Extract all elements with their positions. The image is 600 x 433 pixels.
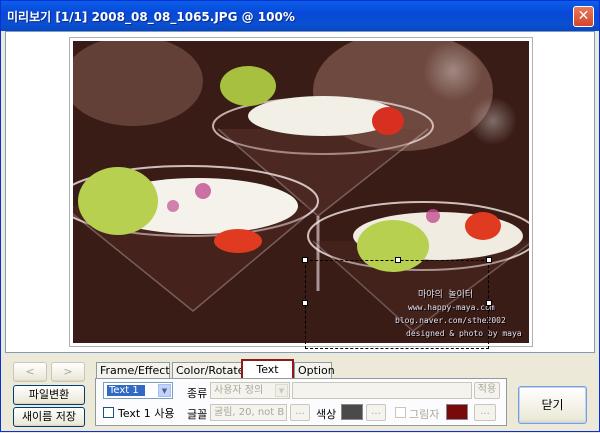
tab-frame-effect[interactable]: Frame/Effect: [96, 362, 170, 378]
shadow-picker-button[interactable]: ...: [474, 404, 496, 421]
type-value: 사용자 정의: [214, 385, 264, 396]
title-bar[interactable]: 미리보기 [1/1] 2008_08_08_1065.JPG @ 100% ✕: [1, 1, 599, 31]
resize-handle-top[interactable]: [395, 257, 401, 263]
shadow-label: 그림자: [409, 408, 440, 421]
text-selection-box[interactable]: [302, 257, 492, 349]
resize-handle-top-left[interactable]: [302, 257, 308, 263]
tab-option[interactable]: Option: [294, 362, 335, 378]
save-as-button[interactable]: 새이름 저장: [13, 407, 85, 427]
close-window-button[interactable]: ✕: [573, 6, 594, 27]
use-text-checkbox[interactable]: [103, 407, 114, 418]
shadow-checkbox[interactable]: [395, 407, 406, 418]
next-button[interactable]: >: [51, 362, 85, 382]
close-button[interactable]: 닫기: [518, 386, 587, 424]
type-dropdown[interactable]: 사용자 정의 ▼: [210, 382, 290, 399]
bottom-panel: < > 파일변환 새이름 저장 Frame/Effect Color/Rotat…: [1, 353, 599, 433]
image-preview-area: 마야의 놀이터 www.happy-maya.com blog.naver.co…: [5, 31, 595, 353]
text-select-dropdown[interactable]: Text 1 ▼: [103, 382, 173, 399]
font-field: 굴림, 20, not B: [210, 404, 287, 421]
text-tab-panel: Text 1 ▼ Text 1 사용 종류 사용자 정의 ▼ 적용 글꼴 굴림,…: [95, 378, 507, 426]
convert-button[interactable]: 파일변환: [13, 385, 85, 405]
close-icon: ✕: [577, 8, 590, 24]
use-text-label: Text 1 사용: [118, 407, 175, 420]
text-content-input[interactable]: [292, 382, 472, 399]
apply-button[interactable]: 적용: [474, 382, 500, 399]
text-select-value: Text 1: [107, 385, 145, 396]
tab-text[interactable]: Text: [241, 359, 294, 379]
text-color-swatch: [341, 404, 363, 420]
prev-button[interactable]: <: [13, 362, 47, 382]
tab-color-rotate[interactable]: Color/Rotate: [172, 362, 244, 378]
resize-handle-left[interactable]: [302, 300, 308, 306]
font-label: 글꼴: [187, 408, 208, 421]
chevron-down-icon: ▼: [275, 384, 288, 397]
window-title: 미리보기 [1/1] 2008_08_08_1065.JPG @ 100%: [7, 10, 295, 24]
type-label: 종류: [187, 387, 208, 400]
color-label: 색상: [316, 408, 337, 421]
shadow-color-swatch: [446, 404, 468, 420]
chevron-down-icon: ▼: [158, 384, 171, 397]
resize-handle-right[interactable]: [486, 300, 492, 306]
color-picker-button[interactable]: ...: [366, 404, 386, 421]
font-picker-button[interactable]: ...: [290, 404, 310, 421]
resize-handle-top-right[interactable]: [486, 257, 492, 263]
preview-window: 미리보기 [1/1] 2008_08_08_1065.JPG @ 100% ✕: [0, 0, 600, 432]
